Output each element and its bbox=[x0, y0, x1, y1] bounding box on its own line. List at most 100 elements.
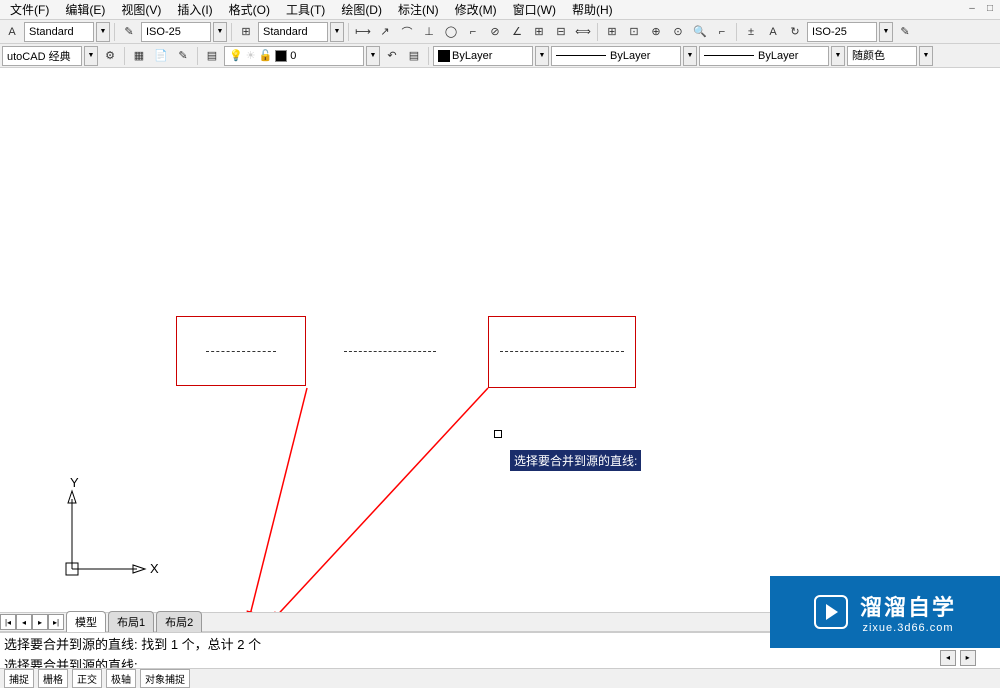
textstyle-icon[interactable]: A bbox=[2, 22, 22, 42]
drawing-area[interactable]: 选择要合并到源的直线: Y X bbox=[0, 68, 1000, 612]
tablestyle-combo[interactable] bbox=[258, 22, 328, 42]
menu-help[interactable]: 帮助(H) bbox=[566, 0, 619, 20]
status-snap[interactable]: 捕捉 bbox=[4, 669, 34, 688]
dim-radius-icon[interactable]: ◯ bbox=[441, 22, 461, 42]
dimstyle2-drop-icon[interactable]: ▼ bbox=[879, 22, 893, 42]
dim-quick-icon[interactable]: ⊞ bbox=[529, 22, 549, 42]
tablestyle-drop-icon[interactable]: ▼ bbox=[330, 22, 344, 42]
dim-break-icon[interactable]: ⊡ bbox=[624, 22, 644, 42]
textstyle-combo[interactable] bbox=[24, 22, 94, 42]
scroll-right-icon[interactable]: ▸ bbox=[960, 650, 976, 666]
menu-window[interactable]: 窗口(W) bbox=[507, 0, 562, 20]
inspect-icon[interactable]: 🔍 bbox=[690, 22, 710, 42]
dimstyle-manager-icon[interactable]: ✎ bbox=[895, 22, 915, 42]
tab-layout1[interactable]: 布局1 bbox=[108, 611, 154, 633]
entity-line-1 bbox=[206, 351, 276, 352]
layer-manager-icon[interactable]: ▤ bbox=[202, 46, 222, 66]
linetype-combo[interactable]: ByLayer bbox=[551, 46, 681, 66]
menu-format[interactable]: 格式(O) bbox=[223, 0, 276, 20]
command-tooltip: 选择要合并到源的直线: bbox=[510, 450, 641, 471]
tab-next-icon[interactable]: ▸ bbox=[32, 614, 48, 630]
status-bar: 捕捉 栅格 正交 极轴 对象捕捉 bbox=[0, 668, 1000, 688]
status-osnap[interactable]: 对象捕捉 bbox=[140, 669, 190, 688]
tab-model[interactable]: 模型 bbox=[66, 611, 106, 633]
tolerance-icon[interactable]: ⊕ bbox=[646, 22, 666, 42]
scroll-left-icon[interactable]: ◂ bbox=[940, 650, 956, 666]
linetype-drop-icon[interactable]: ▼ bbox=[683, 46, 697, 66]
dim-ordinate-icon[interactable]: ⊥ bbox=[419, 22, 439, 42]
dim-linear-icon[interactable]: ⟼ bbox=[353, 22, 373, 42]
plotstyle-combo[interactable]: 随颜色 bbox=[847, 46, 917, 66]
sheetset-icon[interactable]: 📄 bbox=[151, 46, 171, 66]
dimstyle-combo[interactable] bbox=[141, 22, 211, 42]
watermark-title: 溜溜自学 bbox=[860, 590, 956, 622]
plotstyle-label: 随颜色 bbox=[852, 50, 885, 62]
watermark-url: zixue.3d66.com bbox=[862, 622, 953, 634]
lineweight-drop-icon[interactable]: ▼ bbox=[831, 46, 845, 66]
toolpalettes-icon[interactable]: ▦ bbox=[129, 46, 149, 66]
tab-last-icon[interactable]: ▸| bbox=[48, 614, 64, 630]
menu-modify[interactable]: 修改(M) bbox=[449, 0, 503, 20]
dim-space-icon[interactable]: ⊞ bbox=[602, 22, 622, 42]
dimstyle-drop-icon[interactable]: ▼ bbox=[213, 22, 227, 42]
dim-baseline-icon[interactable]: ⊟ bbox=[551, 22, 571, 42]
layer-previous-icon[interactable]: ↶ bbox=[382, 46, 402, 66]
dimstyle-icon[interactable]: ✎ bbox=[119, 22, 139, 42]
textstyle-drop-icon[interactable]: ▼ bbox=[96, 22, 110, 42]
minimize-icon[interactable]: – bbox=[964, 1, 980, 15]
centermark-icon[interactable]: ⊙ bbox=[668, 22, 688, 42]
dim-arc-icon[interactable]: ⌒ bbox=[397, 22, 417, 42]
dimstyle2-combo[interactable] bbox=[807, 22, 877, 42]
status-polar[interactable]: 极轴 bbox=[106, 669, 136, 688]
lineweight-combo[interactable]: ByLayer bbox=[699, 46, 829, 66]
color-combo[interactable]: ByLayer bbox=[433, 46, 533, 66]
workspace-settings-icon[interactable]: ⚙ bbox=[100, 46, 120, 66]
markup-icon[interactable]: ✎ bbox=[173, 46, 193, 66]
dim-tedit-icon[interactable]: A bbox=[763, 22, 783, 42]
menu-edit[interactable]: 编辑(E) bbox=[59, 0, 111, 20]
toolbar-styles: A ▼ ✎ ▼ ⊞ ▼ ⟼ ↗ ⌒ ⊥ ◯ ⌐ ⊘ ∠ ⊞ ⊟ ⟺ ⊞ ⊡ ⊕ … bbox=[0, 20, 1000, 44]
dim-edit-icon[interactable]: ± bbox=[741, 22, 761, 42]
watermark-logo: 溜溜自学 zixue.3d66.com bbox=[770, 576, 1000, 648]
layer-combo[interactable]: 💡 ☀ 🔓 0 bbox=[224, 46, 364, 66]
lineweight-label: ByLayer bbox=[758, 50, 798, 62]
color-drop-icon[interactable]: ▼ bbox=[535, 46, 549, 66]
dim-continue-icon[interactable]: ⟺ bbox=[573, 22, 593, 42]
dim-jogged-icon[interactable]: ⌐ bbox=[463, 22, 483, 42]
dim-aligned-icon[interactable]: ↗ bbox=[375, 22, 395, 42]
color-label: ByLayer bbox=[452, 50, 492, 62]
plotstyle-drop-icon[interactable]: ▼ bbox=[919, 46, 933, 66]
linetype-preview bbox=[556, 55, 606, 56]
layer-drop-icon[interactable]: ▼ bbox=[366, 46, 380, 66]
layer-freeze-icon: ☀ bbox=[246, 49, 256, 62]
dim-update-icon[interactable]: ↻ bbox=[785, 22, 805, 42]
layer-lock-icon: 🔓 bbox=[259, 49, 273, 62]
tablestyle-icon[interactable]: ⊞ bbox=[236, 22, 256, 42]
menu-view[interactable]: 视图(V) bbox=[115, 0, 167, 20]
menu-file[interactable]: 文件(F) bbox=[4, 0, 55, 20]
workspace-combo[interactable] bbox=[2, 46, 82, 66]
menu-draw[interactable]: 绘图(D) bbox=[335, 0, 388, 20]
entity-line-3 bbox=[500, 351, 624, 352]
command-scroll: ◂ ▸ bbox=[940, 648, 1000, 664]
tab-first-icon[interactable]: |◂ bbox=[0, 614, 16, 630]
ucs-y-label: Y bbox=[70, 475, 79, 490]
tab-prev-icon[interactable]: ◂ bbox=[16, 614, 32, 630]
tab-layout2[interactable]: 布局2 bbox=[156, 611, 202, 633]
dim-diameter-icon[interactable]: ⊘ bbox=[485, 22, 505, 42]
layer-states-icon[interactable]: ▤ bbox=[404, 46, 424, 66]
menu-dimension[interactable]: 标注(N) bbox=[392, 0, 445, 20]
dim-jog-line-icon[interactable]: ⌐ bbox=[712, 22, 732, 42]
lineweight-preview bbox=[704, 55, 754, 56]
status-ortho[interactable]: 正交 bbox=[72, 669, 102, 688]
layer-color-swatch bbox=[275, 50, 287, 62]
cursor-pickbox bbox=[494, 430, 502, 438]
dim-angular-icon[interactable]: ∠ bbox=[507, 22, 527, 42]
linetype-label: ByLayer bbox=[610, 50, 650, 62]
play-icon bbox=[814, 595, 848, 629]
restore-icon[interactable]: □ bbox=[982, 1, 998, 15]
status-grid[interactable]: 栅格 bbox=[38, 669, 68, 688]
menu-tools[interactable]: 工具(T) bbox=[280, 0, 331, 20]
workspace-drop-icon[interactable]: ▼ bbox=[84, 46, 98, 66]
menu-insert[interactable]: 插入(I) bbox=[171, 0, 218, 20]
